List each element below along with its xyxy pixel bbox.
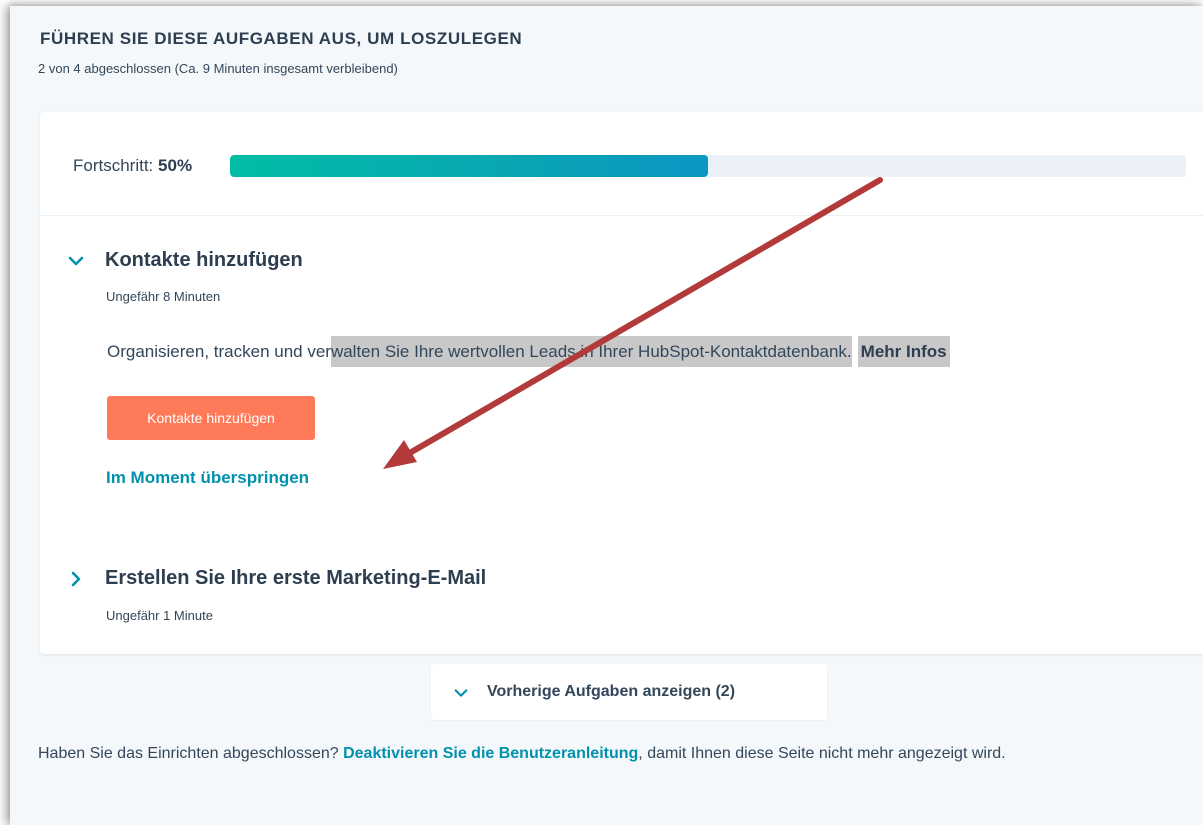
add-contacts-button[interactable]: Kontakte hinzufügen [107,396,315,440]
footer-text-end: , damit Ihnen diese Seite nicht mehr ang… [638,745,1006,762]
task-card: Fortschritt: 50% Kontakte hinzufügen Ung… [40,112,1203,654]
progress-bar [230,155,1186,177]
progress-percent: 50% [158,156,193,175]
task-description: Organisieren, tracken und verwalten Sie … [107,336,950,367]
onboarding-panel: FÜHREN SIE DIESE AUFGABEN AUS, UM LOSZUL… [10,6,1203,825]
task-item-marketing-email[interactable]: Erstellen Sie Ihre erste Marketing-E-Mai… [40,527,1203,654]
progress-bar-fill [230,155,708,177]
task-duration: Ungefähr 1 Minute [106,608,213,623]
skip-for-now-link[interactable]: Im Moment überspringen [106,468,309,488]
chevron-right-icon[interactable] [67,570,85,588]
task-description-highlighted: walten Sie Ihre wertvollen Leads in Ihre… [330,336,852,367]
progress-label: Fortschritt: 50% [73,156,192,176]
chevron-down-icon [454,689,468,697]
task-duration: Ungefähr 8 Minuten [106,289,221,304]
task-description-text: Organisieren, tracken und ver [107,342,331,361]
task-title[interactable]: Kontakte hinzufügen [105,249,303,272]
task-title[interactable]: Erstellen Sie Ihre erste Marketing-E-Mai… [105,567,486,590]
footer-text: Haben Sie das Einrichten abgeschlossen? [38,745,339,762]
disable-user-guide-link[interactable]: Deaktivieren Sie die Benutzeranleitung [343,745,638,762]
progress-label-text: Fortschritt: [73,156,154,175]
show-previous-tasks-button[interactable]: Vorherige Aufgaben anzeigen (2) [431,664,827,720]
footer-note: Haben Sie das Einrichten abgeschlossen? … [38,739,1168,768]
progress-section: Fortschritt: 50% [40,112,1203,216]
completion-summary: 2 von 4 abgeschlossen (Ca. 9 Minuten ins… [38,61,398,76]
chevron-down-icon[interactable] [67,252,85,270]
page-title: FÜHREN SIE DIESE AUFGABEN AUS, UM LOSZUL… [40,29,523,48]
more-info-link[interactable]: Mehr Infos [857,336,950,367]
show-previous-tasks-label: Vorherige Aufgaben anzeigen (2) [487,683,736,700]
task-item-kontakte: Kontakte hinzufügen Ungefähr 8 Minuten O… [40,216,1203,528]
